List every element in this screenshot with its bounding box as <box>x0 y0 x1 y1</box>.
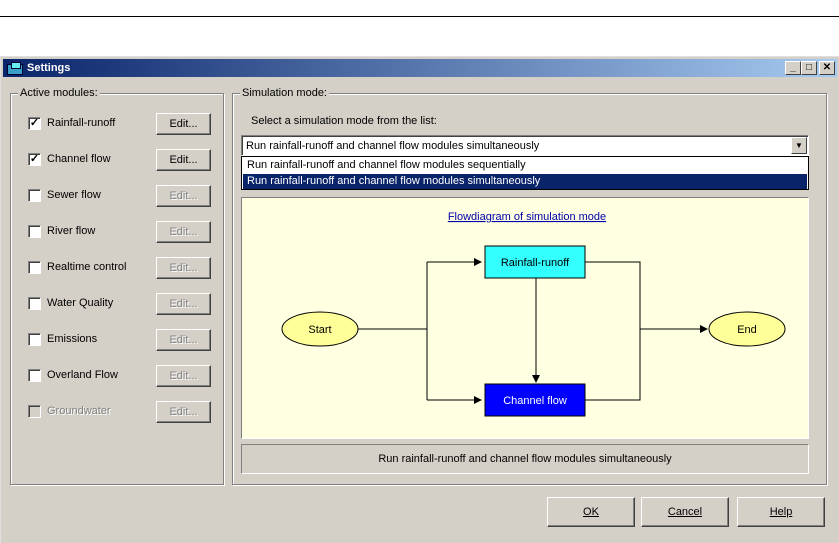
channel-flow-label: Channel flow <box>503 395 567 407</box>
select-mode-label: Select a simulation mode from the list: <box>251 115 437 127</box>
edit-button-rainfall-runoff[interactable]: Edit... <box>156 113 211 135</box>
module-checkbox-groundwater <box>28 405 41 418</box>
module-label-sewer-flow[interactable]: Sewer flow <box>47 189 101 201</box>
ok-label: OK <box>583 506 599 518</box>
selected-mode-text: Run rainfall-runoff and channel flow mod… <box>246 140 540 152</box>
module-checkbox-water-quality[interactable] <box>28 297 41 310</box>
settings-window: Settings _ □ ✕ Active modules: ✓ Rainfall… <box>0 56 839 543</box>
active-modules-group: Active modules: ✓ Rainfall-runoff Edit... ✓… <box>10 87 224 485</box>
rainfall-runoff-label: Rainfall-runoff <box>501 257 570 269</box>
edit-button-realtime-control: Edit... <box>156 257 211 279</box>
help-label: Help <box>769 506 793 518</box>
module-label-overland-flow[interactable]: Overland Flow <box>47 369 118 381</box>
edit-button-river-flow: Edit... <box>156 221 211 243</box>
mode-option-sequential[interactable]: Run rainfall-runoff and channel flow mod… <box>243 158 807 173</box>
flow-diagram: Flowdiagram of simulation mode Start End… <box>281 211 786 417</box>
cancel-label: Cancel <box>667 506 703 518</box>
app-icon <box>7 62 23 75</box>
flow-diagram-panel: Flowdiagram of simulation mode Start End… <box>241 197 809 439</box>
dropdown-arrow-icon[interactable]: ▼ <box>791 137 807 154</box>
module-checkbox-sewer-flow[interactable] <box>28 189 41 202</box>
module-label-realtime-control[interactable]: Realtime control <box>47 261 126 273</box>
merge-line <box>585 261 641 401</box>
mode-description: Run rainfall-runoff and channel flow mod… <box>241 444 809 474</box>
cancel-button[interactable]: Cancel <box>641 497 729 527</box>
simulation-mode-label: Simulation mode: <box>240 87 329 99</box>
active-modules-label: Active modules: <box>18 87 100 99</box>
close-button[interactable]: ✕ <box>819 61 835 75</box>
module-checkbox-realtime-control[interactable] <box>28 261 41 274</box>
module-label-channel-flow[interactable]: Channel flow <box>47 153 111 165</box>
module-checkbox-rainfall-runoff[interactable]: ✓ <box>28 117 41 130</box>
module-row-emissions: Emissions Edit... <box>11 329 211 351</box>
window-title: Settings <box>27 62 71 74</box>
module-row-water-quality: Water Quality Edit... <box>11 293 211 315</box>
mode-option-simultaneous[interactable]: Run rainfall-runoff and channel flow mod… <box>243 174 807 189</box>
start-label: Start <box>308 324 331 336</box>
flow-diagram-title[interactable]: Flowdiagram of simulation mode <box>448 211 606 223</box>
module-row-realtime-control: Realtime control Edit... <box>11 257 211 279</box>
minimize-button[interactable]: _ <box>785 61 801 75</box>
top-rule <box>0 16 839 17</box>
module-checkbox-river-flow[interactable] <box>28 225 41 238</box>
module-checkbox-emissions[interactable] <box>28 333 41 346</box>
module-row-river-flow: River flow Edit... <box>11 221 211 243</box>
module-row-sewer-flow: Sewer flow Edit... <box>11 185 211 207</box>
module-checkbox-overland-flow[interactable] <box>28 369 41 382</box>
module-label-water-quality[interactable]: Water Quality <box>47 297 113 309</box>
help-button[interactable]: Help <box>737 497 825 527</box>
module-label-river-flow[interactable]: River flow <box>47 225 95 237</box>
title-bar[interactable]: Settings _ □ ✕ <box>3 59 837 77</box>
module-row-rainfall-runoff: ✓ Rainfall-runoff Edit... <box>11 113 211 135</box>
simulation-mode-dropdown-list: Run rainfall-runoff and channel flow mod… <box>241 156 809 190</box>
end-label: End <box>737 324 757 336</box>
edit-button-overland-flow: Edit... <box>156 365 211 387</box>
simulation-mode-select[interactable]: Run rainfall-runoff and channel flow mod… <box>241 135 809 156</box>
module-row-channel-flow: ✓ Channel flow Edit... <box>11 149 211 171</box>
module-label-emissions[interactable]: Emissions <box>47 333 97 345</box>
ok-button[interactable]: OK <box>547 497 635 527</box>
maximize-button[interactable]: □ <box>801 61 817 75</box>
edit-button-channel-flow[interactable]: Edit... <box>156 149 211 171</box>
module-row-groundwater: Groundwater Edit... <box>11 401 211 423</box>
module-label-rainfall-runoff[interactable]: Rainfall-runoff <box>47 117 115 129</box>
module-checkbox-channel-flow[interactable]: ✓ <box>28 153 41 166</box>
edit-button-water-quality: Edit... <box>156 293 211 315</box>
edit-button-groundwater: Edit... <box>156 401 211 423</box>
edit-button-emissions: Edit... <box>156 329 211 351</box>
module-label-groundwater: Groundwater <box>47 405 111 417</box>
edit-button-sewer-flow: Edit... <box>156 185 211 207</box>
module-row-overland-flow: Overland Flow Edit... <box>11 365 211 387</box>
